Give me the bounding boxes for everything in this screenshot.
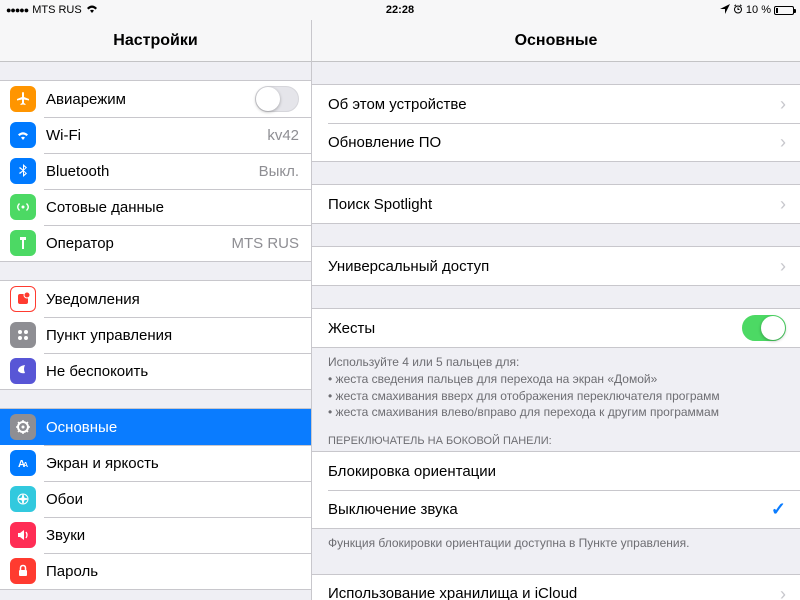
sidebar-item-label: Обои [46, 491, 299, 508]
passcode-icon [10, 558, 36, 584]
side-switch-footer: Функция блокировки ориентации доступна в… [312, 529, 800, 552]
sidebar-title: Настройки [0, 20, 311, 62]
clock: 22:28 [386, 4, 414, 16]
svg-text:A: A [23, 462, 28, 469]
status-right: 10 % [720, 4, 794, 17]
sidebar-item-carrier[interactable]: Оператор MTS RUS [0, 225, 311, 261]
detail-row-spotlight[interactable]: Поиск Spotlight › [312, 185, 800, 223]
sidebar-item-airplane[interactable]: Авиарежим [0, 81, 311, 117]
sidebar-item-label: Авиарежим [46, 91, 255, 108]
sidebar-item-label: Экран и яркость [46, 455, 299, 472]
wifi-icon [10, 122, 36, 148]
sidebar-item-label: Основные [46, 419, 299, 436]
sidebar-item-label: Wi-Fi [46, 127, 261, 144]
footer-line: • жеста сведения пальцев для перехода на… [328, 371, 784, 388]
footer-line: • жеста смахивания вверх для отображения… [328, 388, 784, 405]
detail-group-storage: Использование хранилища и iCloud › Обнов… [312, 574, 800, 600]
detail-row-lock-rotation[interactable]: Блокировка ориентации [312, 452, 800, 490]
detail-row-label: Жесты [328, 320, 742, 337]
sidebar-item-sounds[interactable]: Звуки [0, 517, 311, 553]
sidebar-item-label: Сотовые данные [46, 199, 299, 216]
sidebar-item-wallpaper[interactable]: Обои [0, 481, 311, 517]
side-switch-header: ПЕРЕКЛЮЧАТЕЛЬ НА БОКОВОЙ ПАНЕЛИ: [312, 421, 800, 451]
gestures-toggle[interactable] [742, 315, 786, 341]
chevron-right-icon: › [780, 95, 786, 113]
chevron-right-icon: › [780, 133, 786, 151]
sounds-icon [10, 522, 36, 548]
airplane-icon [10, 86, 36, 112]
detail-row-mute[interactable]: Выключение звука ✓ [312, 490, 800, 528]
detail-row-label: Поиск Spotlight [328, 196, 774, 213]
wifi-status-icon [86, 4, 98, 16]
sidebar-item-dnd[interactable]: Не беспокоить [0, 353, 311, 389]
detail-title: Основные [312, 20, 800, 62]
carrier-icon [10, 230, 36, 256]
detail-row-storage[interactable]: Использование хранилища и iCloud › [312, 575, 800, 600]
sidebar-item-bluetooth[interactable]: Bluetooth Выкл. [0, 153, 311, 189]
sidebar-group-general: Основные AA Экран и яркость Обои [0, 408, 311, 590]
sidebar-item-label: Звуки [46, 527, 299, 544]
sidebar: Настройки Авиарежим Wi-Fi kv42 [0, 20, 312, 600]
gestures-footer: Используйте 4 или 5 пальцев для: • жеста… [312, 348, 800, 421]
sidebar-item-cellular[interactable]: Сотовые данные [0, 189, 311, 225]
detail-pane[interactable]: Основные Об этом устройстве › Обновление… [312, 20, 800, 600]
alarm-icon [733, 4, 743, 17]
sidebar-group-alerts: Уведомления Пункт управления Не беспокои… [0, 280, 311, 390]
chevron-right-icon: › [780, 585, 786, 600]
sidebar-list[interactable]: Авиарежим Wi-Fi kv42 Bluetooth Выкл. [0, 62, 311, 600]
detail-row-label: Обновление ПО [328, 134, 774, 151]
sidebar-item-general[interactable]: Основные [0, 409, 311, 445]
footer-line: • жеста смахивания влево/вправо для пере… [328, 404, 784, 421]
bluetooth-icon [10, 158, 36, 184]
detail-row-software-update[interactable]: Обновление ПО › [312, 123, 800, 161]
sidebar-item-label: Пароль [46, 563, 299, 580]
checkmark-icon: ✓ [771, 499, 786, 520]
sidebar-item-wifi[interactable]: Wi-Fi kv42 [0, 117, 311, 153]
sidebar-item-label: Уведомления [46, 291, 299, 308]
battery-percent: 10 % [746, 4, 771, 16]
detail-group-accessibility: Универсальный доступ › [312, 246, 800, 286]
detail-row-label: Использование хранилища и iCloud [328, 585, 774, 600]
battery-icon [774, 6, 794, 15]
detail-group-side-switch: Блокировка ориентации Выключение звука ✓ [312, 451, 800, 529]
chevron-right-icon: › [780, 257, 786, 275]
status-left: ●●●●● MTS RUS [6, 4, 98, 16]
wallpaper-icon [10, 486, 36, 512]
sidebar-item-value: MTS RUS [232, 235, 300, 252]
sidebar-item-label: Оператор [46, 235, 226, 252]
sidebar-group-network: Авиарежим Wi-Fi kv42 Bluetooth Выкл. [0, 80, 311, 262]
detail-row-accessibility[interactable]: Универсальный доступ › [312, 247, 800, 285]
detail-row-label: Об этом устройстве [328, 96, 774, 113]
sidebar-item-label: Пункт управления [46, 327, 299, 344]
sidebar-item-notifications[interactable]: Уведомления [0, 281, 311, 317]
location-icon [720, 4, 730, 17]
dnd-icon [10, 358, 36, 384]
sidebar-item-value: Выкл. [259, 163, 299, 180]
sidebar-item-control-center[interactable]: Пункт управления [0, 317, 311, 353]
detail-group-spotlight: Поиск Spotlight › [312, 184, 800, 224]
detail-row-label: Выключение звука [328, 501, 771, 518]
chevron-right-icon: › [780, 195, 786, 213]
carrier-label: MTS RUS [32, 4, 82, 16]
sidebar-item-display[interactable]: AA Экран и яркость [0, 445, 311, 481]
cellular-icon [10, 194, 36, 220]
detail-row-gestures[interactable]: Жесты [312, 309, 800, 347]
status-bar: ●●●●● MTS RUS 22:28 10 % [0, 0, 800, 20]
general-icon [10, 414, 36, 440]
detail-row-about[interactable]: Об этом устройстве › [312, 85, 800, 123]
display-icon: AA [10, 450, 36, 476]
notifications-icon [10, 286, 36, 312]
airplane-toggle[interactable] [255, 86, 299, 112]
detail-row-label: Универсальный доступ [328, 258, 774, 275]
sidebar-item-label: Bluetooth [46, 163, 253, 180]
control-center-icon [10, 322, 36, 348]
detail-group-about: Об этом устройстве › Обновление ПО › [312, 84, 800, 162]
footer-line: Используйте 4 или 5 пальцев для: [328, 354, 784, 371]
sidebar-item-label: Не беспокоить [46, 363, 299, 380]
sidebar-item-value: kv42 [267, 127, 299, 144]
detail-group-gestures: Жесты [312, 308, 800, 348]
sidebar-item-passcode[interactable]: Пароль [0, 553, 311, 589]
signal-dots-icon: ●●●●● [6, 5, 28, 15]
detail-row-label: Блокировка ориентации [328, 463, 786, 480]
